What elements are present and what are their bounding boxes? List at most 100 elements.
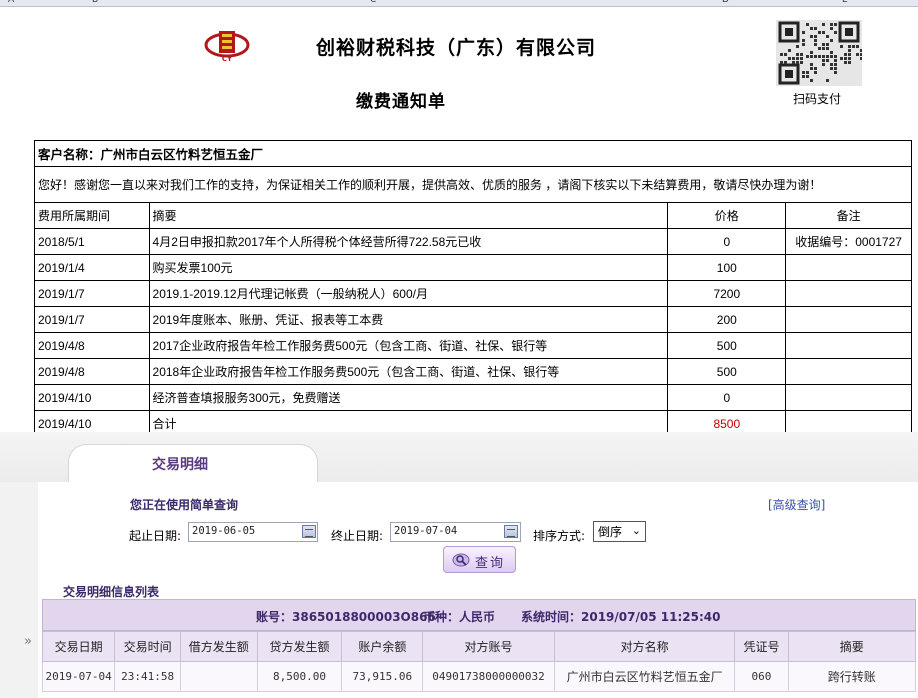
invoice-row: 2019/4/10 经济普查填报服务300元，免费赠送 0: [34, 384, 912, 411]
invoice-row: 2018/5/1 4月2日申报扣款2017年个人所得税个体经营所得722.58元已…: [34, 228, 912, 255]
system-time: 系统时间：2019/07/05 11:25:40: [521, 610, 721, 624]
invoice-period-cell[interactable]: 2019/1/7: [34, 306, 150, 333]
column-header[interactable]: 凭证号: [734, 631, 789, 662]
invoice-price-cell[interactable]: 0: [667, 384, 787, 411]
bank-transaction-page: 交易明细 » 您正在使用简单查询 [高级查询] 起止日期: 2019-06-05…: [0, 432, 918, 698]
account-info-bar: 账号：3865018800003O866 币种：人民币 系统时间：2019/07…: [42, 599, 916, 631]
invoice-price-cell[interactable]: 8500: [667, 410, 787, 432]
invoice-table: 客户名称：广州市白云区竹料艺恒五金厂 您好！感谢您一直以来对我们工作的支持，为保…: [34, 140, 912, 432]
invoice-period-cell[interactable]: 2019/4/10: [34, 384, 150, 411]
logo-text: CY: [222, 55, 233, 63]
transaction-balance-cell: 73,915.06: [341, 661, 424, 692]
invoice-row: 2019/4/10 合计 8500: [34, 410, 912, 432]
column-letter[interactable]: A: [8, 0, 14, 5]
invoice-price-cell[interactable]: 500: [667, 358, 787, 385]
spreadsheet-column-header[interactable]: A B C D E: [0, 0, 918, 7]
invoice-summary-cell[interactable]: 2017企业政府报告年检工作服务费500元（包含工商、街道、社保、银行等: [148, 332, 669, 359]
invoice-summary-cell[interactable]: 2019.1-2019.12月代理记帐费（一般纳税人）600/月: [148, 280, 669, 307]
qr-caption: 扫码支付: [793, 92, 842, 106]
left-sidebar: [0, 482, 38, 698]
invoice-period-cell[interactable]: 2019/4/8: [34, 358, 150, 385]
header-note[interactable]: 备注: [785, 202, 912, 229]
column-letter[interactable]: E: [842, 0, 848, 5]
document-title: 缴费通知单: [356, 92, 446, 112]
search-icon: [452, 553, 470, 567]
invoice-summary-cell[interactable]: 合计: [148, 410, 669, 432]
transaction-date-cell: 2019-07-04: [41, 661, 116, 692]
invoice-note-cell[interactable]: [785, 332, 912, 359]
invoice-note-cell[interactable]: [785, 254, 912, 281]
column-letter[interactable]: D: [722, 0, 729, 5]
end-date-input[interactable]: 2019-07-04: [390, 522, 521, 542]
invoice-row: 2019/1/7 2019年度账本、账册、凭证、报表等工本费 200: [34, 306, 912, 333]
calendar-icon[interactable]: [504, 525, 518, 538]
transaction-counter-account-cell: 04901738000000032: [422, 661, 555, 692]
transaction-time-cell: 23:41:58: [114, 661, 182, 692]
column-header[interactable]: 摘要: [787, 631, 916, 662]
invoice-note-cell[interactable]: [785, 280, 912, 307]
invoice-period-cell[interactable]: 2019/1/4: [34, 254, 150, 281]
invoice-summary-cell[interactable]: 2019年度账本、账册、凭证、报表等工本费: [148, 306, 669, 333]
header-summary[interactable]: 摘要: [148, 202, 669, 229]
invoice-summary-cell[interactable]: 4月2日申报扣款2017年个人所得税个体经营所得722.58元已收: [148, 228, 669, 255]
column-letter[interactable]: B: [92, 0, 98, 5]
transaction-voucher-cell: 060: [734, 661, 789, 692]
invoice-note-cell[interactable]: [785, 384, 912, 411]
header-period[interactable]: 费用所属期间: [34, 202, 150, 229]
account-number: 账号：3865018800003O866: [256, 610, 436, 624]
calendar-icon[interactable]: [302, 525, 316, 538]
transaction-counter-name-cell: 广州市白云区竹料艺恒五金厂: [553, 661, 736, 692]
invoice-price-cell[interactable]: 200: [667, 306, 787, 333]
invoice-period-cell[interactable]: 2018/5/1: [34, 228, 150, 255]
customer-row: 客户名称：广州市白云区竹料艺恒五金厂: [34, 140, 912, 167]
invoice-period-cell[interactable]: 2019/4/10: [34, 410, 150, 432]
transaction-summary-cell: 跨行转账: [787, 661, 916, 692]
invoice-header-row: 费用所属期间 摘要 价格 备注: [34, 202, 912, 229]
column-header[interactable]: 交易日期: [41, 631, 116, 662]
expand-sidebar-icon[interactable]: »: [24, 634, 32, 649]
sort-label: 排序方式:: [533, 529, 586, 543]
company-name: 创裕财税科技（广东）有限公司: [316, 37, 597, 59]
column-header[interactable]: 账户余额: [341, 631, 424, 662]
invoice-note-cell[interactable]: [785, 306, 912, 333]
column-header[interactable]: 交易时间: [114, 631, 182, 662]
column-header[interactable]: 贷方发生额: [256, 631, 343, 662]
tab-label[interactable]: 交易明细: [152, 454, 208, 474]
table-row[interactable]: 2019-07-04 23:41:58 8,500.00 73,915.06 04901…: [41, 661, 916, 692]
invoice-period-cell[interactable]: 2019/4/8: [34, 332, 150, 359]
query-button-label: 查询: [475, 556, 506, 571]
invoice-summary-cell[interactable]: 2018年企业政府报告年检工作服务费500元（包含工商、街道、社保、银行等: [148, 358, 669, 385]
greeting-text[interactable]: 您好！感谢您一直以来对我们工作的支持，为保证相关工作的顺利开展，提供高效、优质的…: [34, 166, 912, 203]
transaction-table: 交易日期 交易时间 借方发生额 贷方发生额 账户余额 对方账号 对方名称 凭证号 摘要 2019…: [41, 631, 916, 692]
start-date-label: 起止日期:: [129, 529, 182, 543]
greeting-row: 您好！感谢您一直以来对我们工作的支持，为保证相关工作的顺利开展，提供高效、优质的…: [34, 166, 912, 203]
invoice-summary-cell[interactable]: 购买发票100元: [148, 254, 669, 281]
header-price[interactable]: 价格: [667, 202, 787, 229]
sort-order-select[interactable]: 倒序 ⌄: [593, 521, 646, 542]
query-button[interactable]: 查询: [443, 546, 516, 573]
transaction-debit-cell: [180, 661, 258, 692]
invoice-price-cell[interactable]: 100: [667, 254, 787, 281]
column-header[interactable]: 对方账号: [422, 631, 555, 662]
sort-order-value: 倒序: [598, 525, 623, 539]
invoice-note-cell[interactable]: [785, 358, 912, 385]
transaction-header-row: 交易日期 交易时间 借方发生额 贷方发生额 账户余额 对方账号 对方名称 凭证号 摘要: [41, 631, 916, 662]
column-header[interactable]: 对方名称: [553, 631, 736, 662]
invoice-price-cell[interactable]: 7200: [667, 280, 787, 307]
invoice-summary-cell[interactable]: 经济普查填报服务300元，免费赠送: [148, 384, 669, 411]
invoice-price-cell[interactable]: 0: [667, 228, 787, 255]
invoice-period-cell[interactable]: 2019/1/7: [34, 280, 150, 307]
invoice-row: 2019/4/8 2017企业政府报告年检工作服务费500元（包含工商、街道、社保…: [34, 332, 912, 359]
invoice-row: 2019/1/7 2019.1-2019.12月代理记帐费（一般纳税人）600/月…: [34, 280, 912, 307]
column-header[interactable]: 借方发生额: [180, 631, 258, 662]
chevron-down-icon: ⌄: [631, 524, 641, 537]
invoice-price-cell[interactable]: 500: [667, 332, 787, 359]
currency: 币种：人民币: [423, 610, 496, 624]
advanced-query-link[interactable]: [高级查询]: [768, 496, 825, 513]
invoice-note-cell[interactable]: [785, 410, 912, 432]
column-letter[interactable]: C: [370, 0, 376, 5]
start-date-input[interactable]: 2019-06-05: [188, 522, 318, 542]
invoice-note-cell[interactable]: 收据编号：0001727: [785, 228, 912, 255]
qr-code-icon: [776, 20, 862, 86]
customer-name[interactable]: 客户名称：广州市白云区竹料艺恒五金厂: [34, 140, 912, 167]
